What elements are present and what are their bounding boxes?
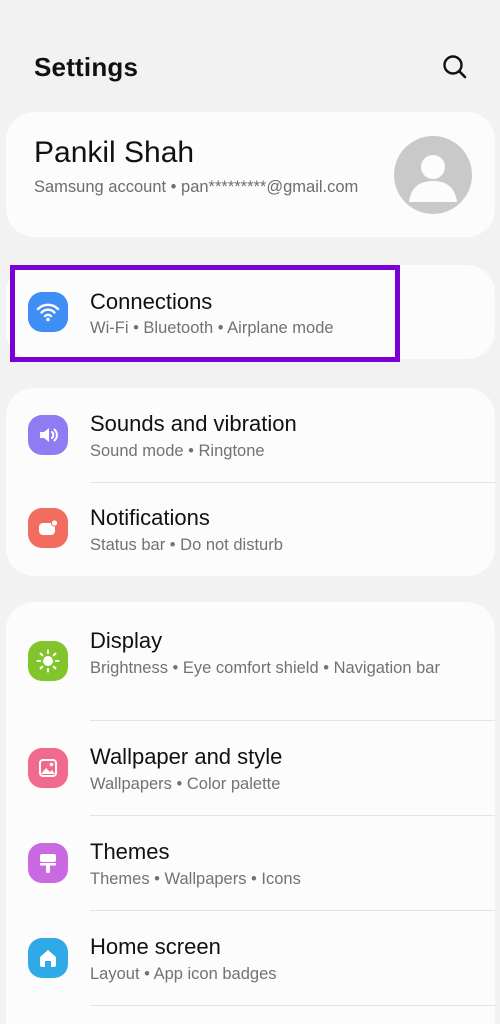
- page-title: Settings: [34, 52, 139, 82]
- notifications-title: Notifications: [90, 505, 210, 530]
- image-icon: [28, 748, 68, 788]
- settings-item-home-screen[interactable]: Home screen Layout • App icon badges: [6, 911, 495, 1005]
- settings-item-themes[interactable]: Themes Themes • Wallpapers • Icons: [6, 816, 495, 910]
- brush-icon: [28, 843, 68, 883]
- avatar[interactable]: [394, 136, 472, 214]
- home-screen-title: Home screen: [90, 934, 221, 959]
- display-title: Display: [90, 628, 163, 653]
- sound-notification-card: Sounds and vibration Sound mode • Ringto…: [6, 388, 495, 576]
- sun-icon: [28, 641, 68, 681]
- search-button[interactable]: [438, 50, 472, 84]
- settings-item-wallpaper[interactable]: Wallpaper and style Wallpapers • Color p…: [6, 721, 495, 815]
- profile-subtitle: Samsung account • pan*********@gmail.com: [34, 178, 359, 196]
- speaker-icon: [28, 415, 68, 455]
- person-icon: [409, 155, 457, 202]
- profile-name: Pankil Shah: [34, 136, 195, 169]
- sounds-subtitle: Sound mode • Ringtone: [90, 442, 265, 460]
- themes-title: Themes: [90, 839, 170, 864]
- display-subtitle: Brightness • Eye comfort shield • Naviga…: [90, 659, 440, 677]
- settings-item-sounds[interactable]: Sounds and vibration Sound mode • Ringto…: [6, 388, 495, 482]
- wallpaper-subtitle: Wallpapers • Color palette: [90, 775, 281, 793]
- profile-card[interactable]: Pankil Shah Samsung account • pan*******…: [6, 112, 495, 237]
- connections-subtitle: Wi-Fi • Bluetooth • Airplane mode: [90, 319, 334, 337]
- notification-icon: [28, 508, 68, 548]
- connections-card: Connections Wi-Fi • Bluetooth • Airplane…: [6, 265, 495, 359]
- connections-title: Connections: [90, 289, 213, 314]
- sounds-title: Sounds and vibration: [90, 411, 297, 436]
- home-icon: [28, 938, 68, 978]
- home-screen-subtitle: Layout • App icon badges: [90, 965, 277, 983]
- settings-item-connections[interactable]: Connections Wi-Fi • Bluetooth • Airplane…: [6, 265, 495, 359]
- display-themes-card: Display Brightness • Eye comfort shield …: [6, 602, 495, 1024]
- wallpaper-title: Wallpaper and style: [90, 744, 283, 769]
- divider: [90, 1005, 495, 1006]
- settings-screen: Settings Pankil Shah Samsung account • p…: [0, 0, 500, 1024]
- settings-item-display[interactable]: Display Brightness • Eye comfort shield …: [6, 602, 495, 720]
- search-icon: [443, 55, 467, 79]
- header: Settings: [0, 0, 500, 110]
- wifi-icon: [28, 292, 68, 332]
- notifications-subtitle: Status bar • Do not disturb: [90, 536, 283, 554]
- settings-item-notifications[interactable]: Notifications Status bar • Do not distur…: [6, 483, 495, 576]
- themes-subtitle: Themes • Wallpapers • Icons: [90, 870, 301, 888]
